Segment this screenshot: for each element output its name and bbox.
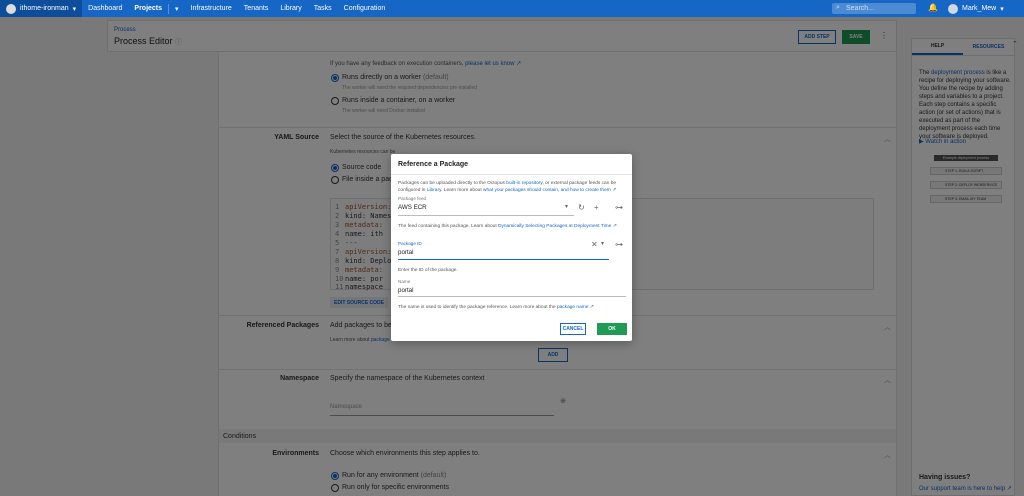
dynamic-packages-link[interactable]: Dynamically Selecting Packages at Deploy…	[498, 224, 611, 229]
top-nav: ithome-ironman ▾ Dashboard Projects ▾ In…	[0, 0, 1024, 17]
package-id-help: Enter the ID of the package.	[398, 268, 458, 273]
name-help-prefix: The name is used to identify the package…	[398, 305, 556, 310]
cancel-button[interactable]: CANCEL	[560, 323, 586, 335]
package-id-underline	[398, 259, 609, 260]
library-link[interactable]: Library	[427, 188, 441, 193]
chevron-down-icon[interactable]: ▾	[601, 240, 604, 247]
clear-icon[interactable]: ✕	[591, 240, 598, 249]
dialog-title: Reference a Package	[398, 161, 469, 168]
feed-help-prefix: The feed containing this package. Learn …	[398, 224, 497, 229]
built-in-repository-link[interactable]: built-in repository	[506, 181, 542, 186]
space-avatar-icon	[6, 3, 16, 14]
chevron-down-icon[interactable]: ▾	[565, 203, 568, 210]
nav-projects[interactable]: Projects	[128, 0, 168, 17]
external-link-icon: ↗	[589, 305, 594, 310]
desc-text: Packages can be uploaded directly to the…	[398, 181, 505, 186]
dialog-description: Packages can be uploaded directly to the…	[398, 180, 628, 194]
nav-dashboard[interactable]: Dashboard	[82, 0, 128, 17]
link-icon[interactable]: ⊶	[615, 240, 623, 249]
refresh-icon[interactable]: ↻	[578, 203, 585, 212]
user-avatar-icon	[948, 3, 958, 14]
package-id-input[interactable]: portal	[398, 249, 413, 256]
chevron-down-icon: ▾	[1000, 5, 1004, 13]
dialog-divider	[391, 174, 632, 175]
link-icon[interactable]: ⊶	[615, 203, 623, 212]
name-help-text: The name is used to identify the package…	[398, 305, 594, 310]
package-name-link[interactable]: package name	[557, 305, 588, 310]
search-input[interactable]: ⌕ Search...	[832, 3, 916, 14]
space-name: ithome-ironman	[20, 5, 69, 12]
package-contents-link[interactable]: what your packages should contain, and h…	[483, 188, 611, 193]
feed-help-text: The feed containing this package. Learn …	[398, 224, 617, 229]
name-label: Name	[398, 279, 411, 284]
reference-package-dialog: Reference a Package Packages can be uplo…	[391, 154, 632, 341]
nav-tasks[interactable]: Tasks	[308, 0, 338, 17]
chevron-down-icon: ▾	[72, 5, 77, 13]
user-name: Mark_Mew	[962, 5, 997, 12]
nav-library[interactable]: Library	[274, 0, 307, 17]
add-icon[interactable]: +	[594, 203, 599, 212]
package-feed-label: Package feed	[398, 196, 427, 201]
nav-infrastructure[interactable]: Infrastructure	[185, 0, 238, 17]
external-link-icon: ↗	[612, 188, 617, 193]
package-feed-underline	[398, 215, 574, 216]
package-id-label: Package ID	[398, 241, 422, 246]
external-link-icon: ↗	[612, 224, 617, 229]
nav-configuration[interactable]: Configuration	[338, 0, 392, 17]
nav-tenants[interactable]: Tenants	[238, 0, 275, 17]
bell-icon[interactable]: 🔔	[928, 3, 938, 12]
projects-chevron-down-icon[interactable]: ▾	[169, 0, 185, 17]
ok-button[interactable]: OK	[597, 323, 627, 335]
search-icon: ⌕	[836, 4, 840, 11]
space-switcher[interactable]: ithome-ironman ▾	[0, 0, 83, 17]
desc-text: . Learn more about	[441, 188, 482, 193]
name-input[interactable]: portal	[398, 287, 413, 294]
package-feed-select[interactable]: AWS ECR	[398, 204, 427, 211]
search-placeholder: Search...	[846, 5, 875, 12]
user-menu[interactable]: Mark_Mew ▾	[948, 0, 1004, 17]
name-underline	[398, 296, 626, 297]
